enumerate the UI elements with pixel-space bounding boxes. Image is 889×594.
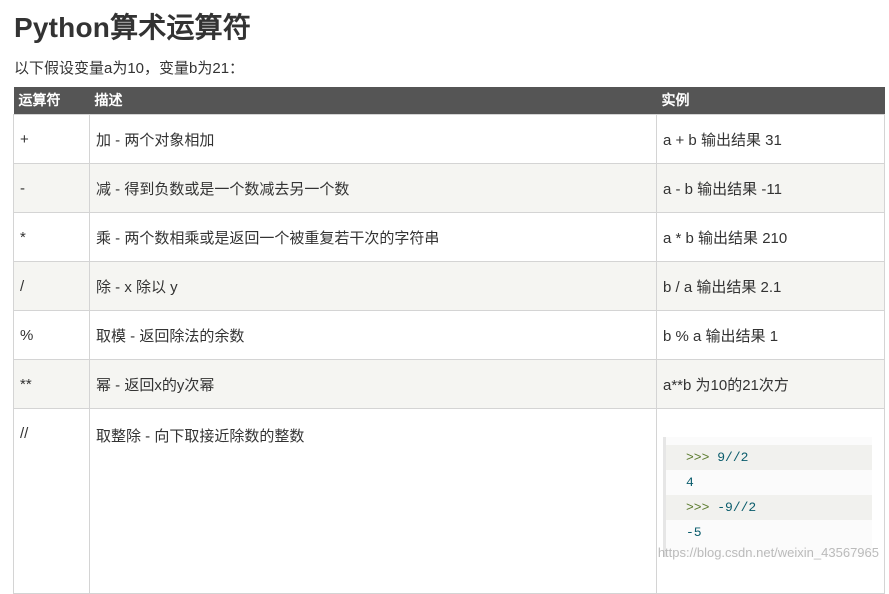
cell-example: b % a 输出结果 1: [656, 310, 885, 360]
table-row: - 减 - 得到负数或是一个数减去另一个数 a - b 输出结果 -11: [13, 163, 885, 213]
watermark: https://blog.csdn.net/weixin_43567965: [657, 545, 879, 560]
cell-operator: -: [13, 163, 90, 213]
code-line: 4: [666, 470, 872, 495]
code-text: 4: [686, 475, 694, 490]
code-line: -5: [666, 520, 872, 545]
page-title: Python算术运算符: [14, 12, 252, 43]
cell-description: 减 - 得到负数或是一个数减去另一个数: [89, 163, 657, 213]
code-prompt: >>>: [686, 500, 718, 515]
table-row: % 取模 - 返回除法的余数 b % a 输出结果 1: [13, 310, 885, 360]
cell-operator: +: [13, 114, 90, 164]
table-row: + 加 - 两个对象相加 a + b 输出结果 31: [13, 114, 885, 164]
cell-operator: //: [13, 408, 90, 594]
cell-operator: /: [13, 261, 90, 311]
code-text: -5: [686, 525, 702, 540]
cell-description: 除 - x 除以 y: [89, 261, 657, 311]
code-prompt: >>>: [686, 450, 718, 465]
header-description: 描述: [89, 87, 657, 115]
code-line: >>> -9//2: [666, 495, 872, 520]
cell-description: 取模 - 返回除法的余数: [89, 310, 657, 360]
operators-table: 运算符 描述 实例 + 加 - 两个对象相加 a + b 输出结果 31 - 减…: [13, 87, 885, 594]
cell-example: a**b 为10的21次方: [656, 359, 885, 409]
code-text: -9//2: [717, 500, 757, 515]
code-text: 9//2: [717, 450, 749, 465]
code-block: >>> 9//2 4 >>> -9//2 -5: [663, 437, 872, 557]
cell-description: 乘 - 两个数相乘或是返回一个被重复若干次的字符串: [89, 212, 657, 262]
cell-example: a - b 输出结果 -11: [656, 163, 885, 213]
header-operator: 运算符: [13, 87, 90, 115]
header-example: 实例: [656, 87, 885, 115]
table-row: ** 幂 - 返回x的y次幂 a**b 为10的21次方: [13, 359, 885, 409]
cell-example: a + b 输出结果 31: [656, 114, 885, 164]
cell-example: >>> 9//2 4 >>> -9//2 -5: [656, 408, 885, 594]
cell-operator: *: [13, 212, 90, 262]
cell-description: 幂 - 返回x的y次幂: [89, 359, 657, 409]
table-row: // 取整除 - 向下取接近除数的整数 >>> 9//2 4 >>> -9//2…: [13, 408, 885, 594]
cell-example: a * b 输出结果 210: [656, 212, 885, 262]
code-line: >>> 9//2: [666, 445, 872, 470]
cell-operator: **: [13, 359, 90, 409]
cell-operator: %: [13, 310, 90, 360]
cell-description: 加 - 两个对象相加: [89, 114, 657, 164]
intro-text: 以下假设变量a为10，变量b为21：: [14, 60, 245, 77]
table-row: * 乘 - 两个数相乘或是返回一个被重复若干次的字符串 a * b 输出结果 2…: [13, 212, 885, 262]
table-header-row: 运算符 描述 实例: [13, 87, 885, 115]
cell-description: 取整除 - 向下取接近除数的整数: [89, 408, 657, 594]
cell-example: b / a 输出结果 2.1: [656, 261, 885, 311]
table-row: / 除 - x 除以 y b / a 输出结果 2.1: [13, 261, 885, 311]
